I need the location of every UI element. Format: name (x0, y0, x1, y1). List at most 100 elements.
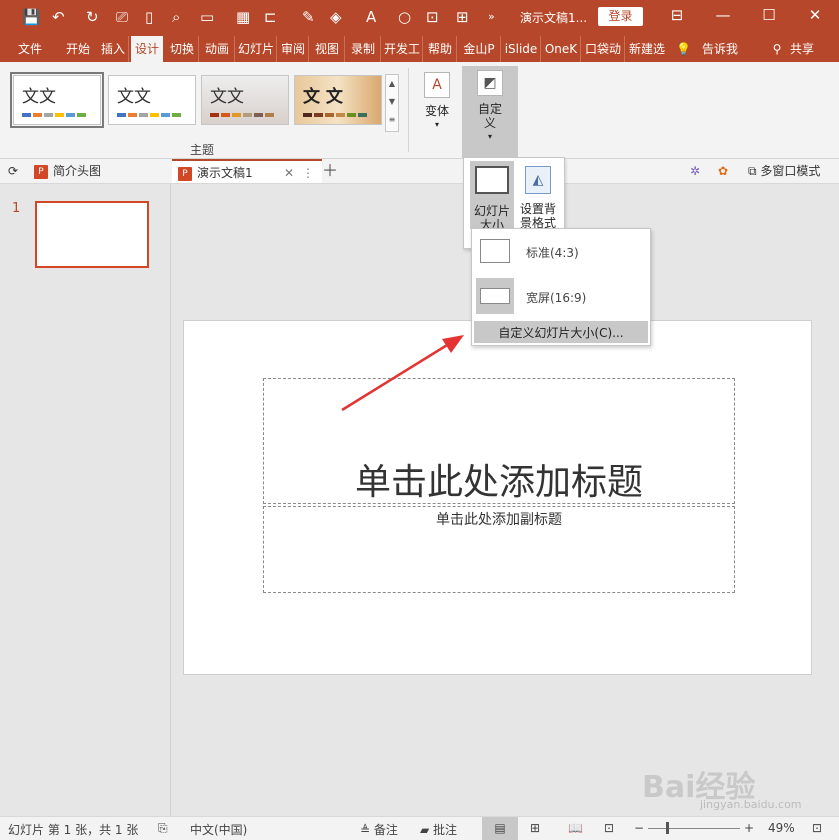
slide-sorter-icon[interactable]: ⊞ (530, 821, 540, 835)
tab-pocket-animation[interactable]: 口袋动 (582, 36, 625, 62)
slide-canvas[interactable]: 单击此处添加标题 单击此处添加副标题 (183, 320, 812, 675)
share-person-icon: ⚲ (772, 42, 782, 56)
close-icon[interactable]: ✕ (802, 6, 828, 24)
tab-islide[interactable]: iSlide (502, 36, 541, 62)
standard-size-icon (480, 239, 510, 263)
zoom-out-icon[interactable]: − (634, 821, 644, 835)
fit-icon[interactable]: ⊞ (456, 8, 469, 26)
baidu-watermark-url: jingyan.baidu.com (700, 798, 802, 811)
more-themes-icon[interactable]: ≡ (386, 111, 398, 129)
paint-bucket-icon: ◭ (525, 166, 551, 194)
pen-icon[interactable]: ✎ (302, 8, 315, 26)
tab-insert[interactable]: 插入 (98, 36, 129, 62)
fit-to-window-icon[interactable]: ⊡ (812, 821, 822, 835)
doc-tab-presentation1[interactable]: P 演示文稿1 ✕ ⋮ (172, 159, 322, 183)
zoom-level[interactable]: 49% (768, 821, 795, 835)
folder-icon[interactable]: ▭ (200, 8, 214, 26)
tab-animations[interactable]: 动画 (200, 36, 235, 62)
share-button[interactable]: 共享 (786, 36, 818, 62)
doc-tab-intro[interactable]: P 简介头图 (34, 159, 101, 183)
tab-menu-icon[interactable]: ⋮ (302, 161, 314, 185)
slide-thumbnail[interactable] (35, 201, 149, 268)
menu-item-custom-size[interactable]: 自定义幻灯片大小(C)... (474, 321, 648, 343)
customize-button[interactable]: ◩ 自定义 ▾ (462, 66, 518, 158)
tab-slideshow[interactable]: 幻灯片 (236, 36, 277, 62)
notes-button[interactable]: ≜ 备注 (360, 821, 398, 838)
tab-help[interactable]: 帮助 (424, 36, 457, 62)
subtitle-placeholder[interactable]: 单击此处添加副标题 (263, 506, 735, 593)
ribbon-body: 文文 文文 文文 文 文 ▲ ▼ ≡ 主题 A 变体 ▾ ◩ 自定义 ▾ (0, 62, 839, 159)
circle-icon[interactable]: ○ (398, 8, 411, 26)
theme-gallery[interactable]: 文文 (201, 75, 289, 125)
theme-office-2[interactable]: 文文 (108, 75, 196, 125)
subtitle-placeholder-text: 单击此处添加副标题 (436, 512, 562, 528)
menu-item-standard[interactable]: 标准(4:3) (472, 229, 650, 273)
tab-new-tab[interactable]: 新建选 (626, 36, 668, 62)
tab-view[interactable]: 视图 (310, 36, 345, 62)
print-preview-icon[interactable]: ⌕ (172, 8, 180, 26)
tab-home[interactable]: 开始 (60, 36, 96, 62)
theme-color-bars (117, 113, 181, 117)
customize-label: 自定义 (477, 102, 502, 130)
tab-design[interactable]: 设计 (131, 36, 163, 62)
fill-icon[interactable]: ◈ (330, 8, 342, 26)
spellcheck-icon[interactable]: ⎘ (158, 821, 168, 836)
sparkle-icon[interactable]: ✲ (690, 159, 700, 183)
menu-item-widescreen[interactable]: 宽屏(16:9) (472, 274, 650, 318)
font-color-icon[interactable]: A (366, 8, 376, 26)
grid-icon[interactable]: ▦ (236, 8, 250, 26)
document-title: 演示文稿1... (520, 11, 588, 25)
multi-window-button[interactable]: ⧉ 多窗口模式 (748, 159, 820, 183)
settings-gear-icon[interactable]: ✿ (718, 159, 728, 183)
redo-icon[interactable]: ↻ (86, 8, 99, 26)
save-icon[interactable]: 💾 (22, 8, 41, 26)
tab-review[interactable]: 审阅 (278, 36, 309, 62)
variant-button[interactable]: A 变体 ▾ (418, 68, 456, 144)
theme-wood[interactable]: 文 文 (294, 75, 382, 125)
normal-view-icon[interactable]: ▤ (482, 817, 518, 840)
theme-color-bars (210, 113, 274, 117)
refresh-icon[interactable]: ⟳ (8, 159, 18, 183)
reading-view-icon[interactable]: 📖 (568, 821, 583, 835)
tab-developer[interactable]: 开发工 (382, 36, 423, 62)
tab-transitions[interactable]: 切换 (166, 36, 199, 62)
close-tab-icon[interactable]: ✕ (284, 161, 294, 185)
group-divider (408, 68, 409, 152)
language-indicator[interactable]: 中文(中国) (190, 821, 247, 838)
multi-window-label: 多窗口模式 (760, 164, 821, 178)
chevron-down-icon: ▾ (487, 132, 492, 141)
comments-button[interactable]: ▰ 批注 (420, 821, 457, 838)
slideshow-view-icon[interactable]: ⊡ (604, 821, 614, 835)
maximize-icon[interactable]: ☐ (756, 6, 782, 24)
comment-icon: ▰ (420, 823, 434, 837)
variant-label: 变体 (424, 104, 449, 118)
scroll-up-icon[interactable]: ▲ (386, 75, 398, 93)
zoom-slider-thumb[interactable] (666, 822, 669, 834)
tell-me-search[interactable]: 告诉我 (698, 36, 742, 62)
minimize-icon[interactable]: — (710, 6, 736, 24)
new-icon[interactable]: ▯ (145, 8, 153, 26)
ppt-file-icon: P (34, 164, 48, 179)
widescreen-size-icon (480, 288, 510, 304)
login-button[interactable]: 登录 (598, 7, 643, 26)
undo-icon[interactable]: ↶ (52, 8, 65, 26)
tab-file[interactable]: 文件 (10, 36, 50, 62)
present-icon[interactable]: ⎚ (116, 8, 128, 26)
theme-preview-text: 文 文 (303, 87, 343, 107)
slide-size-button[interactable]: 幻灯片大小 (470, 161, 514, 232)
theme-gallery-scroll[interactable]: ▲ ▼ ≡ (385, 74, 399, 132)
more-icon[interactable]: » (488, 8, 495, 26)
format-background-button[interactable]: ◭ 设置背景格式 (516, 161, 560, 230)
tab-jinshan[interactable]: 金山P (458, 36, 501, 62)
slide-size-menu: 标准(4:3) 宽屏(16:9) 自定义幻灯片大小(C)... (471, 228, 651, 346)
ribbon-display-icon[interactable]: ⊟ (664, 6, 690, 24)
zoom-slider[interactable] (648, 828, 740, 829)
tab-onekey[interactable]: OneK (542, 36, 581, 62)
tab-record[interactable]: 录制 (346, 36, 381, 62)
theme-office[interactable]: 文文 (10, 72, 104, 128)
crop-icon[interactable]: ⊡ (426, 8, 439, 26)
scroll-down-icon[interactable]: ▼ (386, 93, 398, 111)
align-icon[interactable]: ⊏ (264, 8, 277, 26)
new-tab-icon[interactable]: ＋ (322, 159, 338, 183)
zoom-in-icon[interactable]: + (744, 821, 754, 835)
